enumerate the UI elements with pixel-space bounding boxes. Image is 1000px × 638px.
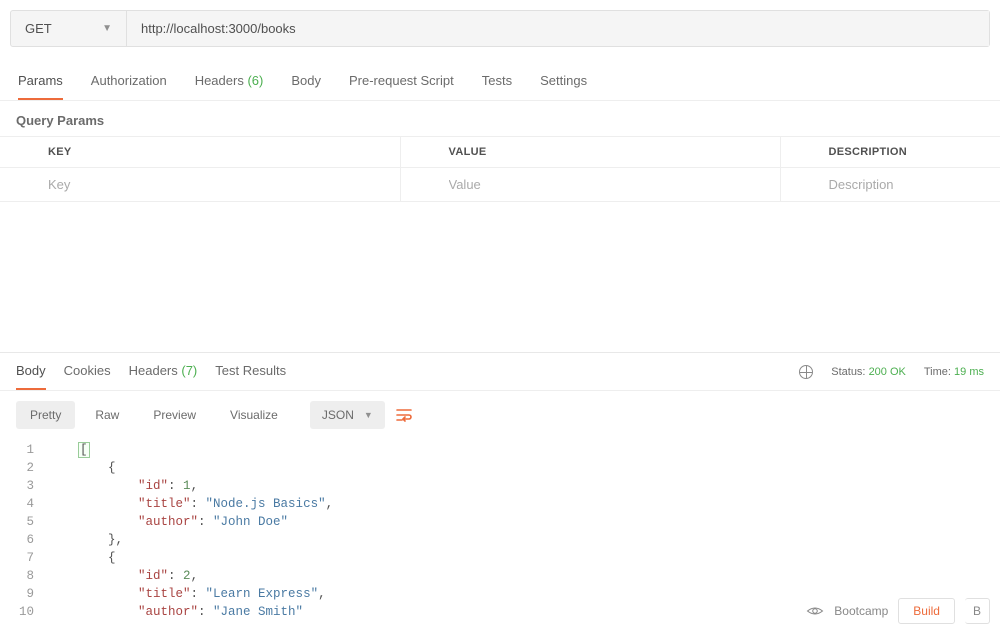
line-number: 3: [0, 477, 48, 495]
line-number: 10: [0, 603, 48, 621]
col-value: VALUE: [400, 137, 780, 168]
code-content: "author": "John Doe": [48, 513, 1000, 531]
code-line: 2 {: [0, 459, 1000, 477]
table-row: [0, 168, 1000, 202]
col-description: DESCRIPTION: [780, 137, 1000, 168]
bootcamp-label[interactable]: Bootcamp: [834, 604, 888, 618]
request-tabs: Params Authorization Headers (6) Body Pr…: [0, 65, 1000, 101]
resp-tab-cookies[interactable]: Cookies: [64, 353, 111, 390]
code-content: "id": 2,: [48, 567, 1000, 585]
line-number: 8: [0, 567, 48, 585]
resp-tab-headers-label: Headers: [129, 363, 178, 378]
line-number: 6: [0, 531, 48, 549]
preview-button[interactable]: Preview: [139, 401, 210, 429]
code-line: 6 },: [0, 531, 1000, 549]
tab-body[interactable]: Body: [291, 65, 321, 100]
value-input[interactable]: [449, 177, 766, 192]
code-content: },: [48, 531, 1000, 549]
footer: Bootcamp Build B: [806, 598, 990, 624]
resp-tab-body[interactable]: Body: [16, 353, 46, 390]
tab-prerequest[interactable]: Pre-request Script: [349, 65, 454, 100]
tab-settings[interactable]: Settings: [540, 65, 587, 100]
wrap-lines-icon[interactable]: [391, 402, 417, 428]
query-params-header: Query Params: [0, 101, 1000, 137]
code-line: 5 "author": "John Doe": [0, 513, 1000, 531]
code-content: "id": 1,: [48, 477, 1000, 495]
format-select[interactable]: JSON ▼: [310, 401, 385, 429]
tab-tests[interactable]: Tests: [482, 65, 512, 100]
line-number: 1: [0, 441, 48, 459]
http-method-value: GET: [25, 21, 52, 36]
response-body[interactable]: 1 [2 {3 "id": 1,4 "title": "Node.js Basi…: [0, 439, 1000, 621]
tab-headers[interactable]: Headers (6): [195, 65, 264, 100]
line-number: 5: [0, 513, 48, 531]
browse-button[interactable]: B: [965, 598, 990, 624]
line-number: 7: [0, 549, 48, 567]
key-input[interactable]: [48, 177, 386, 192]
code-line: 1 [: [0, 441, 1000, 459]
response-meta: Status: 200 OK Time: 19 ms: [799, 365, 984, 379]
format-value: JSON: [322, 408, 354, 422]
code-content: [: [48, 441, 1000, 459]
time-value: 19 ms: [954, 366, 984, 378]
code-content: {: [48, 459, 1000, 477]
response-area: Body Cookies Headers (7) Test Results St…: [0, 352, 1000, 621]
line-number: 9: [0, 585, 48, 603]
query-params-table: KEY VALUE DESCRIPTION: [0, 137, 1000, 202]
col-key: KEY: [0, 137, 400, 168]
chevron-down-icon: ▼: [364, 410, 373, 420]
url-input[interactable]: [127, 11, 989, 46]
chevron-down-icon: ▼: [102, 23, 112, 34]
build-button[interactable]: Build: [898, 598, 955, 624]
code-content: "title": "Node.js Basics",: [48, 495, 1000, 513]
line-number: 2: [0, 459, 48, 477]
tab-headers-count: (6): [247, 73, 263, 88]
status-label: Status:: [831, 366, 865, 378]
globe-icon[interactable]: [799, 365, 813, 379]
tab-authorization[interactable]: Authorization: [91, 65, 167, 100]
request-bar: GET ▼: [10, 10, 990, 47]
response-toolbar: Pretty Raw Preview Visualize JSON ▼: [0, 391, 1000, 439]
code-line: 4 "title": "Node.js Basics",: [0, 495, 1000, 513]
code-line: 3 "id": 1,: [0, 477, 1000, 495]
response-tabs: Body Cookies Headers (7) Test Results: [16, 353, 286, 390]
resp-tab-test-results[interactable]: Test Results: [215, 353, 286, 390]
code-line: 7 {: [0, 549, 1000, 567]
description-input[interactable]: [829, 177, 987, 192]
raw-button[interactable]: Raw: [81, 401, 133, 429]
resp-tab-headers-count: (7): [181, 363, 197, 378]
status-value: 200 OK: [869, 366, 906, 378]
tab-params[interactable]: Params: [18, 65, 63, 100]
http-method-select[interactable]: GET ▼: [11, 11, 127, 46]
code-line: 8 "id": 2,: [0, 567, 1000, 585]
code-content: {: [48, 549, 1000, 567]
bootcamp-icon: [806, 605, 824, 617]
pretty-button[interactable]: Pretty: [16, 401, 75, 429]
time-label: Time:: [924, 366, 951, 378]
line-number: 4: [0, 495, 48, 513]
tab-headers-label: Headers: [195, 73, 244, 88]
visualize-button[interactable]: Visualize: [216, 401, 292, 429]
resp-tab-headers[interactable]: Headers (7): [129, 353, 198, 390]
